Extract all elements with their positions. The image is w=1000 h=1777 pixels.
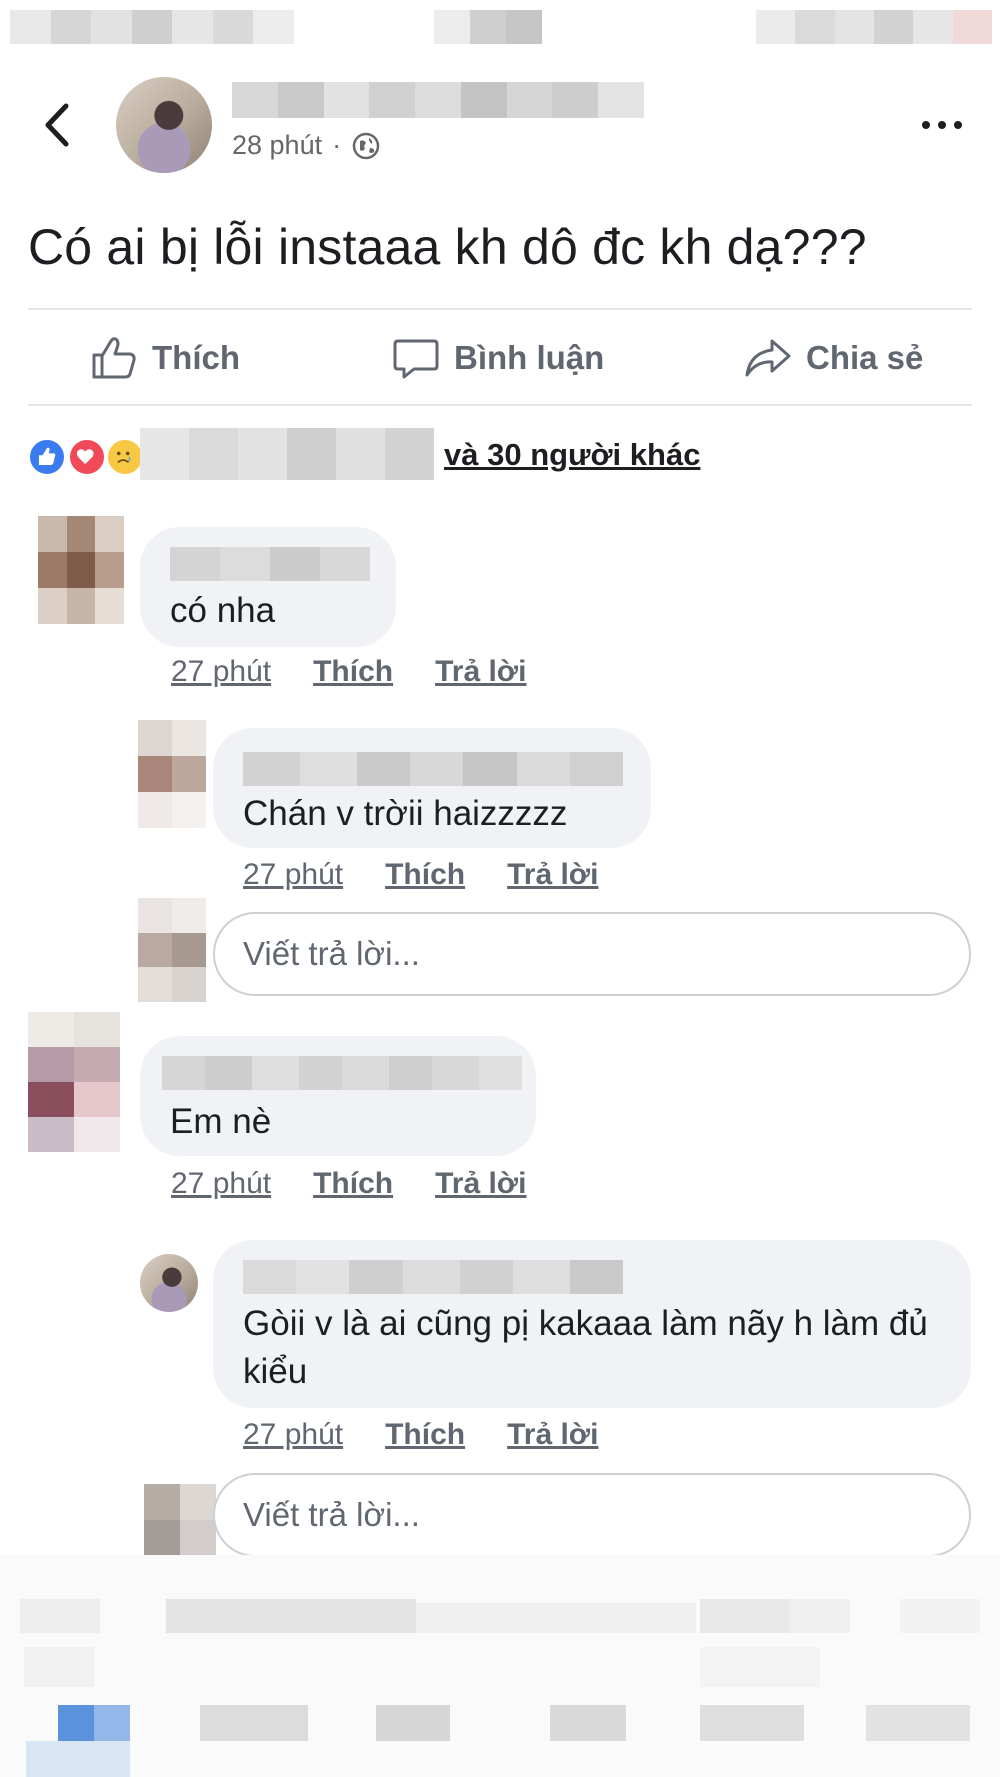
reply-bubble: Chán v trờii haizzzzz	[213, 728, 651, 848]
reply-time[interactable]: 27 phút	[243, 1418, 343, 1452]
comment-reply-link[interactable]: Trả lời	[435, 1167, 526, 1201]
share-button-label: Chia sẻ	[806, 339, 924, 376]
status-bar-left-blur	[10, 10, 295, 44]
sad-reaction-icon	[106, 438, 144, 476]
reply-input[interactable]: Viết trả lời...	[213, 912, 971, 996]
current-user-avatar	[138, 898, 206, 1002]
divider	[28, 308, 972, 310]
comment-time[interactable]: 27 phút	[171, 655, 271, 689]
reply-author-avatar[interactable]	[140, 1254, 198, 1312]
commenter-name-blurred[interactable]	[162, 1056, 522, 1090]
commenter-name-blurred[interactable]	[170, 547, 370, 581]
share-arrow-icon	[745, 339, 791, 377]
post-time[interactable]: 28 phút	[232, 130, 322, 161]
tab-icon-blurred[interactable]	[866, 1705, 970, 1741]
bottom-bar-blurred	[0, 1555, 1000, 1777]
current-user-avatar	[144, 1484, 216, 1556]
post-author-name-blurred[interactable]	[232, 82, 645, 118]
tab-icon-blurred[interactable]	[200, 1705, 308, 1741]
reply-text: Gòii v là ai cũng pị kakaaa làm nãy h là…	[243, 1304, 928, 1391]
comment-text: có nha	[170, 591, 276, 630]
thumbs-up-icon	[92, 337, 136, 379]
comment-button-label: Bình luận	[454, 339, 605, 376]
status-bar-center-blur	[434, 10, 542, 44]
back-chevron-icon[interactable]	[38, 100, 78, 150]
comment-like-link[interactable]: Thích	[313, 1167, 393, 1201]
comment-text: Em nè	[170, 1102, 272, 1141]
post-meta: 28 phút ·	[232, 130, 381, 161]
home-tab-icon-blurred[interactable]	[58, 1705, 94, 1741]
comment-reply-link[interactable]: Trả lời	[435, 655, 526, 689]
like-button[interactable]: Thích	[90, 335, 240, 381]
globe-icon	[352, 132, 380, 159]
commenter-avatar[interactable]	[38, 516, 124, 624]
tab-icon-blurred[interactable]	[700, 1705, 804, 1741]
status-bar	[0, 0, 1000, 58]
comment-time[interactable]: 27 phút	[171, 1167, 271, 1201]
reactions-summary[interactable]: và 30 người khác	[444, 437, 700, 473]
reply-time[interactable]: 27 phút	[243, 858, 343, 892]
reply-input[interactable]: Viết trả lời...	[213, 1473, 971, 1557]
comment-bubble: có nha	[140, 527, 396, 647]
more-options-icon[interactable]	[918, 110, 966, 140]
comment-like-link[interactable]: Thích	[313, 655, 393, 689]
like-button-label: Thích	[152, 339, 240, 376]
reply-like-link[interactable]: Thích	[385, 858, 465, 892]
reply-text: Chán v trờii haizzzzz	[243, 794, 568, 833]
reply-author-name-blurred[interactable]	[243, 752, 623, 786]
comment-meta: 27 phút Thích Trả lời	[171, 655, 526, 689]
comment-bubble: Em nè	[140, 1036, 536, 1156]
comment-button[interactable]: Bình luận	[392, 335, 604, 381]
post-text: Có ai bị lỗi instaaa kh dô đc kh dạ???	[28, 219, 867, 275]
post-author-avatar[interactable]	[116, 77, 212, 173]
comment-meta: 27 phút Thích Trả lời	[171, 1167, 526, 1201]
comment-bubble-icon	[393, 339, 439, 379]
commenter-avatar[interactable]	[28, 1012, 120, 1152]
tab-icon-blurred[interactable]	[550, 1705, 626, 1741]
reply-like-link[interactable]: Thích	[385, 1418, 465, 1452]
divider	[28, 404, 972, 406]
reply-input-placeholder: Viết trả lời...	[243, 935, 420, 972]
love-reaction-icon	[68, 438, 106, 476]
reply-bubble: Gòii v là ai cũng pị kakaaa làm nãy h là…	[213, 1240, 971, 1408]
like-reaction-icon	[28, 438, 66, 476]
reply-reply-link[interactable]: Trả lời	[507, 858, 598, 892]
tab-icon-blurred[interactable]	[376, 1705, 450, 1741]
reply-author-name-blurred[interactable]	[243, 1260, 623, 1294]
status-bar-right-blur	[756, 10, 992, 44]
reply-author-avatar[interactable]	[138, 720, 206, 828]
share-button[interactable]: Chia sẻ	[744, 335, 923, 381]
reply-meta: 27 phút Thích Trả lời	[243, 858, 598, 892]
reply-reply-link[interactable]: Trả lời	[507, 1418, 598, 1452]
reply-input-placeholder: Viết trả lời...	[243, 1496, 420, 1533]
reactor-names-blurred[interactable]	[140, 428, 434, 480]
reply-meta: 27 phút Thích Trả lời	[243, 1418, 598, 1452]
post-meta-separator: ·	[332, 130, 342, 160]
